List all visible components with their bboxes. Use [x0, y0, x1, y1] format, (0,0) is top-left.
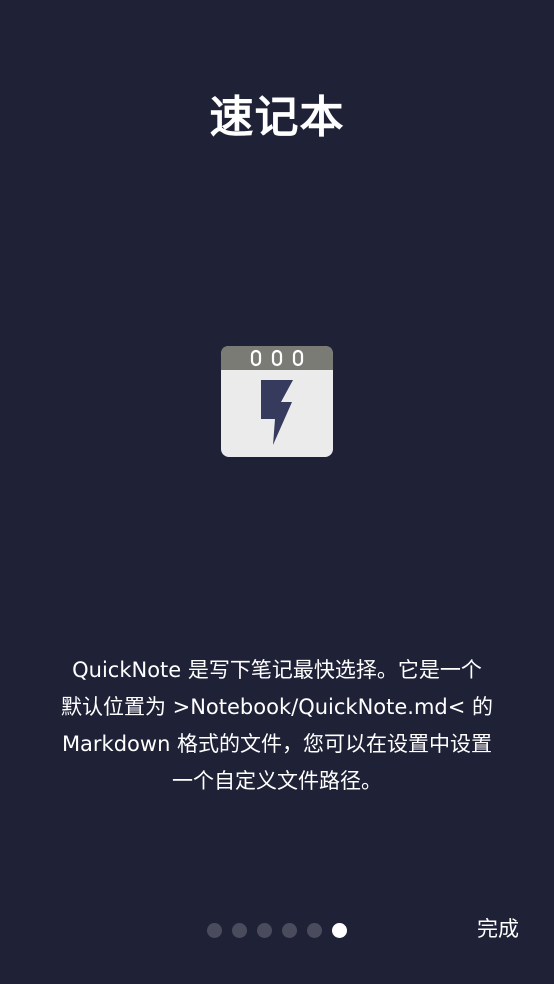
done-button[interactable]: 完成 — [466, 912, 530, 946]
description-line: QuickNote 是写下笔记最快选择。它是一个 — [72, 658, 482, 682]
description-line: Markdown 格式的文件，您可以在设置中设置 — [61, 732, 493, 756]
page-indicator — [207, 922, 347, 938]
description-line: 一个自定义文件路径。 — [172, 769, 382, 793]
page-dot-5[interactable] — [307, 922, 322, 938]
page-title: 速记本 — [209, 92, 345, 143]
quicknote-icon — [221, 346, 333, 457]
description-line: 默认位置为 >Notebook/QuickNote.md< 的 — [60, 695, 494, 719]
page-dot-2[interactable] — [232, 922, 247, 938]
description: QuickNote 是写下笔记最快选择。它是一个 默认位置为 >Notebook… — [20, 652, 534, 800]
page-dot-3[interactable] — [257, 922, 272, 938]
page-dot-1[interactable] — [207, 922, 222, 938]
page-dot-4[interactable] — [282, 922, 297, 938]
page-dot-6-active[interactable] — [332, 922, 347, 938]
